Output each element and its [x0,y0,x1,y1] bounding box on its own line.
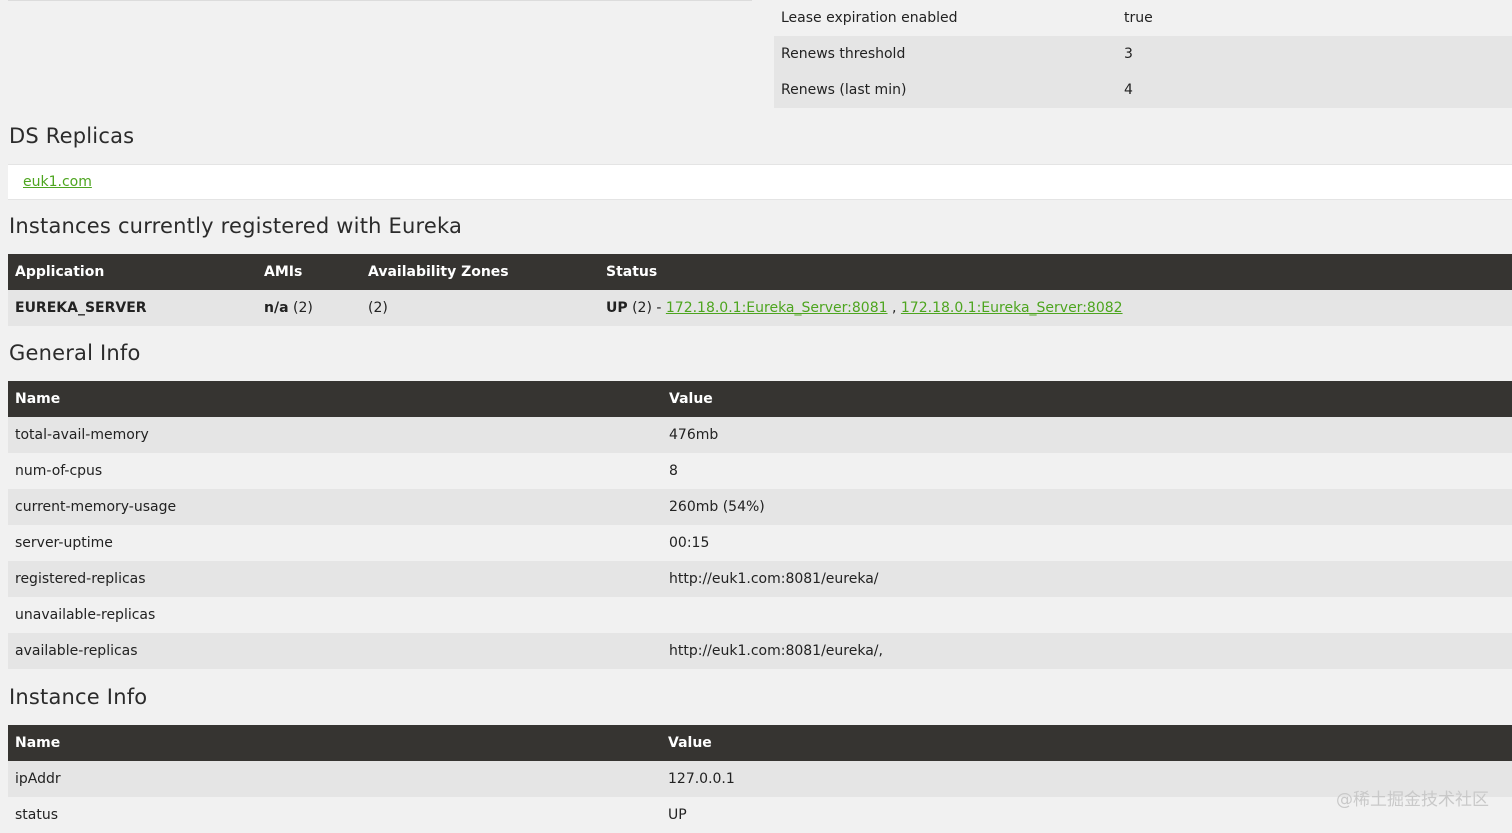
table-row: EUREKA_SERVER n/a (2) (2) UP (2) - 172.1… [8,290,1512,326]
info-value-cell: 8 [662,453,1512,489]
table-row: available-replicas http://euk1.com:8081/… [8,633,1512,669]
table-row: server-uptime 00:15 [8,525,1512,561]
lease-name-cell: Lease expiration enabled [774,0,1117,36]
amis-cell: n/a (2) [257,290,361,326]
info-value-cell: http://euk1.com:8081/eureka/, [662,633,1512,669]
info-name-cell: total-avail-memory [8,417,662,453]
instances-heading: Instances currently registered with Eure… [9,214,463,238]
info-value-cell: 476mb [662,417,1512,453]
top-divider [8,0,752,1]
instance-link-8082[interactable]: 172.18.0.1:Eureka_Server:8082 [901,300,1123,316]
info-value-cell: 00:15 [662,525,1512,561]
instances-table: Application AMIs Availability Zones Stat… [8,254,1512,326]
table-row: registered-replicas http://euk1.com:8081… [8,561,1512,597]
column-header-application: Application [8,254,257,290]
table-header-row: Name Value [8,725,1512,761]
table-row: unavailable-replicas [8,597,1512,633]
instance-info-table: Name Value ipAddr 127.0.0.1 status UP [8,725,1512,833]
general-info-table: Name Value total-avail-memory 476mb num-… [8,381,1512,669]
link-separator: , [887,300,901,316]
lease-name-cell: Renews threshold [774,36,1117,72]
info-name-cell: current-memory-usage [8,489,662,525]
table-row: Renews threshold 3 [774,36,1512,72]
info-name-cell: unavailable-replicas [8,597,662,633]
column-header-value: Value [662,381,1512,417]
application-cell: EUREKA_SERVER [8,290,257,326]
column-header-name: Name [8,381,662,417]
column-header-value: Value [661,725,1512,761]
general-info-heading: General Info [9,341,141,365]
table-row: Renews (last min) 4 [774,72,1512,108]
lease-value-cell: 3 [1117,36,1512,72]
table-row: ipAddr 127.0.0.1 [8,761,1512,797]
lease-name-cell: Renews (last min) [774,72,1117,108]
column-header-amis: AMIs [257,254,361,290]
table-row: Lease expiration enabled true [774,0,1512,36]
instance-name-cell: ipAddr [8,761,661,797]
table-row: status UP [8,797,1512,833]
table-header-row: Name Value [8,381,1512,417]
info-value-cell: 260mb (54%) [662,489,1512,525]
column-header-name: Name [8,725,661,761]
info-value-cell [662,597,1512,633]
table-header-row: Application AMIs Availability Zones Stat… [8,254,1512,290]
table-row: total-avail-memory 476mb [8,417,1512,453]
instance-info-heading: Instance Info [9,685,148,709]
status-value: UP [606,300,628,316]
info-value-cell: http://euk1.com:8081/eureka/ [662,561,1512,597]
ds-replicas-heading: DS Replicas [9,124,135,148]
info-name-cell: registered-replicas [8,561,662,597]
instance-link-8081[interactable]: 172.18.0.1:Eureka_Server:8081 [666,300,888,316]
application-name: EUREKA_SERVER [15,300,147,316]
instance-name-cell: status [8,797,661,833]
zones-cell: (2) [361,290,599,326]
lease-value-cell: true [1117,0,1512,36]
ds-replicas-list: euk1.com [8,164,1512,200]
lease-info-table: Lease expiration enabled true Renews thr… [774,0,1512,108]
watermark: @稀土掘金技术社区 [1336,790,1489,810]
info-name-cell: server-uptime [8,525,662,561]
info-name-cell: num-of-cpus [8,453,662,489]
replica-link[interactable]: euk1.com [23,174,92,190]
table-row: current-memory-usage 260mb (54%) [8,489,1512,525]
info-name-cell: available-replicas [8,633,662,669]
amis-value: n/a [264,300,289,316]
status-count: (2) - [627,300,666,316]
lease-value-cell: 4 [1117,72,1512,108]
column-header-status: Status [599,254,1512,290]
status-cell: UP (2) - 172.18.0.1:Eureka_Server:8081 ,… [599,290,1512,326]
amis-count: (2) [288,300,313,316]
column-header-zones: Availability Zones [361,254,599,290]
table-row: num-of-cpus 8 [8,453,1512,489]
